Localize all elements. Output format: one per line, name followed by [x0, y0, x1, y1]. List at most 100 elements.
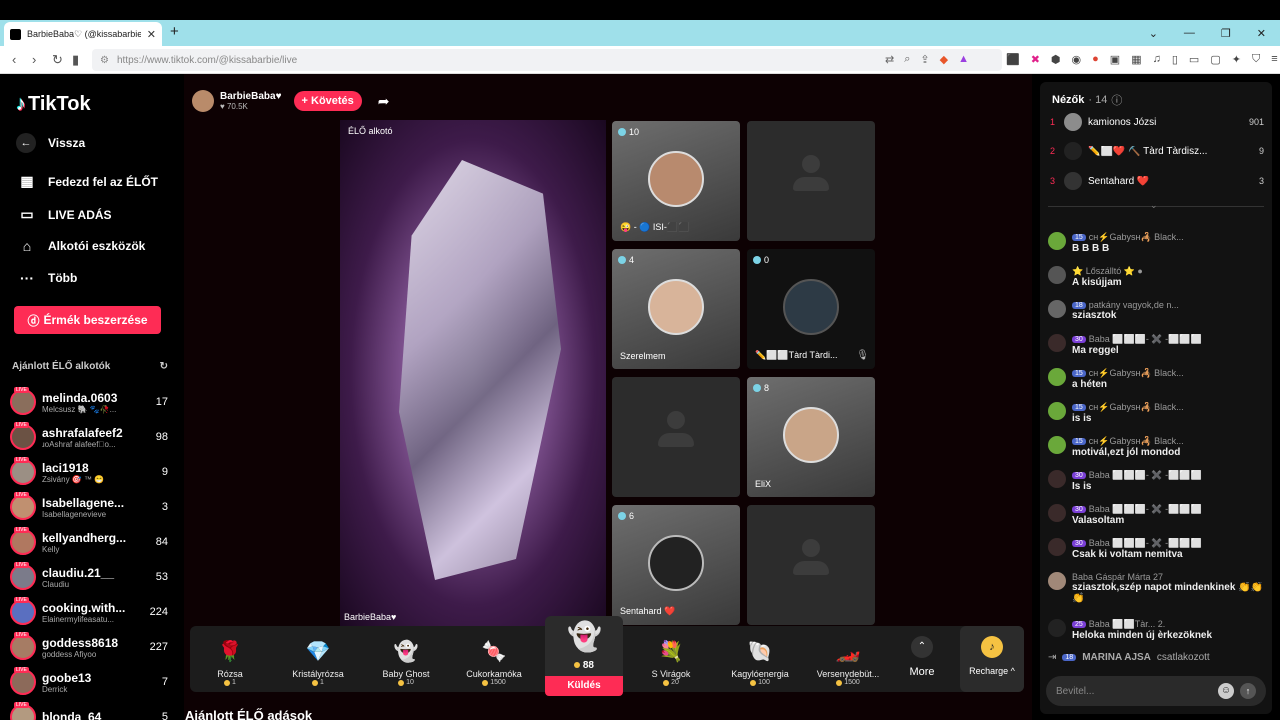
top-viewer[interactable]: 2 ✏️⬜❤️ ⛏️ Tàrd Tàrdisz... 9: [1050, 140, 1264, 162]
browser-tab[interactable]: BarbieBaba♡ (@kissabarbie ✕: [4, 22, 162, 46]
host-avatar[interactable]: [192, 90, 214, 112]
coin-icon: [663, 679, 670, 686]
send-gift-button[interactable]: Küldés: [545, 676, 623, 696]
creator-item[interactable]: cooking.with...Elainermylifeasatu... 224: [10, 596, 168, 628]
reader-icon[interactable]: ▭: [1189, 53, 1199, 66]
site-info-icon[interactable]: ⚙: [100, 55, 109, 66]
gift-item[interactable]: 🍬 Cukorkamóka 1500: [454, 626, 534, 692]
url-field[interactable]: ⚙ https://www.tiktok.com/@kissabarbie/li…: [92, 49, 1002, 71]
guest-tile-empty[interactable]: [612, 377, 740, 497]
avatar: [1048, 572, 1066, 590]
minimize-icon[interactable]: —: [1184, 27, 1195, 39]
top-viewer[interactable]: 3 Sentahard ❤️ 3: [1050, 170, 1264, 192]
menu-explore-live[interactable]: ▦ Fedezd fel az ÉLŐT: [18, 173, 158, 190]
new-tab-icon[interactable]: +: [170, 23, 179, 40]
extension-icon[interactable]: ▣: [1110, 53, 1120, 66]
emoji-icon[interactable]: ☺: [1218, 683, 1234, 699]
more-gifts-button[interactable]: ⌃ More: [906, 634, 938, 678]
chat-username[interactable]: Baba ⬜⬜Tàr... 2.: [1089, 619, 1165, 630]
close-window-icon[interactable]: ✕: [1257, 27, 1266, 40]
back-arrow-icon[interactable]: ‹: [12, 52, 16, 67]
creator-item[interactable]: blonda_64 5: [10, 701, 168, 720]
follow-button[interactable]: + Követés: [293, 91, 362, 111]
url-text: https://www.tiktok.com/@kissabarbie/live: [116, 54, 298, 66]
creator-item[interactable]: kellyandherg...Kelly 84: [10, 526, 168, 558]
extension-icon[interactable]: ●: [1092, 53, 1099, 66]
recharge-button[interactable]: ♪ Recharge ^: [960, 626, 1024, 692]
chevron-down-icon[interactable]: ⌄: [1150, 200, 1158, 211]
vpn-icon[interactable]: ⛉: [1252, 53, 1260, 66]
rewards-icon[interactable]: ▲: [958, 53, 969, 66]
creator-item[interactable]: laci1918Zsivány 🎯 ™ 😁 9: [10, 456, 168, 488]
guest-tile-empty[interactable]: [747, 505, 875, 625]
tiktok-logo[interactable]: ♪ TikTok: [16, 93, 91, 116]
gift-item[interactable]: 👻 Baby Ghost 10: [366, 626, 446, 692]
top-viewer[interactable]: 1 kamionos Józsi 901: [1050, 111, 1264, 133]
chat-username[interactable]: Baba ⬜⬜⬜- ✖️ -⬜⬜⬜: [1089, 538, 1202, 549]
menu-icon[interactable]: ≡: [1271, 53, 1277, 66]
chat-username[interactable]: ᴄʜ⚡Gabysʜ🦂 Black...: [1089, 232, 1184, 243]
creator-item[interactable]: Isabellagene...Isabellagenevieve 3: [10, 491, 168, 523]
share-icon[interactable]: ➦: [378, 93, 390, 110]
creator-item[interactable]: goddess8618goddess Afiyoo 227: [10, 631, 168, 663]
chevron-up-icon: ⌃: [911, 636, 933, 658]
sidebar-icon[interactable]: ▯: [1172, 53, 1178, 66]
extension-icon[interactable]: ⬛: [1006, 53, 1020, 66]
info-icon[interactable]: ⓘ: [1111, 92, 1122, 108]
gift-item[interactable]: 💐 S Virágok 20: [631, 626, 711, 692]
translate-icon[interactable]: ⇄: [885, 53, 894, 66]
guest-tile[interactable]: 8 EliX: [747, 377, 875, 497]
chat-username[interactable]: Baba Gáspár Márta 27: [1072, 572, 1163, 582]
chat-username[interactable]: patkány vagyok,de n...: [1089, 300, 1179, 310]
chat-username[interactable]: ⭐ Lőszálltó ⭐ ●: [1072, 266, 1143, 277]
gift-item[interactable]: 🏎️ Versenydebüt... 1500: [808, 626, 888, 692]
gift-item[interactable]: 🌹 Rózsa 1: [190, 626, 270, 692]
creator-item[interactable]: claudiu.21__Claudiu 53: [10, 561, 168, 593]
gift-item[interactable]: 💎 Kristályrózsa 1: [278, 626, 358, 692]
chat-username[interactable]: ᴄʜ⚡Gabysʜ🦂 Black...: [1089, 402, 1184, 413]
selected-gift[interactable]: 👻 88 Küldés: [545, 616, 623, 696]
chat-username[interactable]: ᴄʜ⚡Gabysʜ🦂 Black...: [1089, 436, 1184, 447]
guest-tile[interactable]: 6 Sentahard ❤️: [612, 505, 740, 625]
browser-window: BarbieBaba♡ (@kissabarbie ✕ + ⌄ — ❐ ✕ ‹ …: [0, 0, 1280, 720]
menu-creator-tools[interactable]: ⌂ Alkotói eszközök: [18, 238, 146, 254]
join-username[interactable]: MARINA AJSA: [1082, 652, 1151, 663]
guest-tile[interactable]: 10 😜 - 🔵 ISI-⬛⬛: [612, 121, 740, 241]
maximize-icon[interactable]: ❐: [1221, 27, 1231, 40]
menu-go-live[interactable]: ▭ LIVE ADÁS: [18, 206, 111, 223]
gift-item[interactable]: 🐚 Kagylóenergia 100: [720, 626, 800, 692]
back-button[interactable]: ← Vissza: [16, 133, 85, 153]
chat-username[interactable]: Baba ⬜⬜⬜- ✖️ -⬜⬜⬜: [1089, 334, 1202, 345]
guest-tile[interactable]: 4 Szerelmem: [612, 249, 740, 369]
menu-more[interactable]: ··· Több: [18, 270, 77, 286]
host-name[interactable]: BarbieBaba♥: [220, 91, 282, 102]
extension-icon[interactable]: ✖: [1031, 53, 1040, 66]
creator-item[interactable]: melinda.0603Melcsusz 🐘 🐾🥀... 17: [10, 386, 168, 418]
share-icon[interactable]: ⇪: [920, 53, 929, 66]
guest-tile[interactable]: 0 ✏️⬜⬜Tàrd Tàrdi... 🎙: [747, 249, 875, 369]
chat-username[interactable]: Baba ⬜⬜⬜- ✖️ -⬜⬜⬜: [1089, 504, 1202, 515]
ai-icon[interactable]: ✦: [1232, 53, 1241, 66]
extension-icon[interactable]: ▦: [1131, 53, 1141, 66]
get-coins-button[interactable]: ⓓ Érmék beszerzése: [14, 306, 161, 334]
guest-tile-empty[interactable]: [747, 121, 875, 241]
close-tab-icon[interactable]: ✕: [147, 28, 156, 41]
send-arrow-icon[interactable]: ↑: [1240, 683, 1256, 699]
music-icon[interactable]: ♫: [1153, 53, 1161, 66]
host-video[interactable]: ÉLŐ alkotó BarbieBaba♥: [340, 120, 606, 626]
chat-username[interactable]: Baba ⬜⬜⬜- ✖️ -⬜⬜⬜: [1089, 470, 1202, 481]
extension-icon[interactable]: ⬢: [1051, 53, 1061, 66]
refresh-icon[interactable]: ↻: [160, 361, 168, 372]
zoom-icon[interactable]: ⌕: [904, 53, 910, 66]
creator-item[interactable]: goobe13Derrick 7: [10, 666, 168, 698]
forward-arrow-icon[interactable]: ›: [32, 52, 36, 67]
wallet-icon[interactable]: ▢: [1210, 53, 1220, 66]
brave-shield-icon[interactable]: ◆: [940, 53, 948, 66]
bookmark-icon[interactable]: ▮: [72, 52, 79, 68]
creator-item[interactable]: ashrafalafeef2ɹoAshraf alafeef o... 98: [10, 421, 168, 453]
chat-username[interactable]: ᴄʜ⚡Gabysʜ🦂 Black...: [1089, 368, 1184, 379]
chevron-down-icon[interactable]: ⌄: [1149, 27, 1158, 40]
reload-icon[interactable]: ↻: [52, 52, 63, 68]
extension-icon[interactable]: ◉: [1072, 53, 1082, 66]
chat-input[interactable]: Bevitel... ☺ ↑: [1046, 676, 1266, 706]
